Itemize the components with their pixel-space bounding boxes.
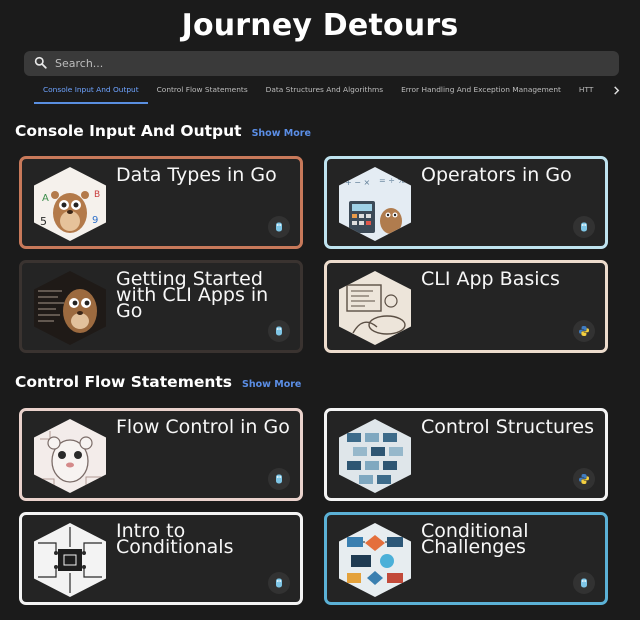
flowchart-collage-image [339,523,411,597]
tab-error-handling[interactable]: Error Handling And Exception Management [392,80,570,104]
sketch-terminal-image [339,271,411,345]
card-title: Data Types in Go [116,164,277,186]
svg-text:= ÷ %: = ÷ % [379,176,405,185]
gopher-circuit-image [34,419,106,493]
course-card[interactable]: Control Structures [324,408,608,501]
show-more-link[interactable]: Show More [242,379,301,390]
section-title: Console Input And Output [15,122,242,140]
tab-data-structures-and-algorithms[interactable]: Data Structures And Algorithms [257,80,392,104]
tab-htt[interactable]: HTT [570,80,602,104]
course-card[interactable]: Flow Control in Go [19,408,303,501]
isometric-blocks-image [339,419,411,493]
course-card[interactable]: CLI App Basics [324,260,608,353]
card-title: Conditional Challenges [421,520,529,558]
card-title: Flow Control in Go [116,416,290,438]
svg-text:9: 9 [92,215,98,226]
card-title: Operators in Go [421,164,572,186]
tab-console-input-and-output[interactable]: Console Input And Output [34,80,148,104]
go-gopher-icon [268,572,290,594]
course-card[interactable]: Conditional Challenges [324,512,608,605]
svg-text:+ − ×: + − × [345,178,370,187]
tab-bar: Console Input And Output Control Flow Sta… [34,80,606,104]
svg-text:A: A [42,193,49,204]
course-card[interactable]: Intro to Conditionals [19,512,303,605]
gopher-calculator-image: + − × = ÷ % [339,167,411,241]
section-header-control-flow: Control Flow Statements Show More [15,373,301,391]
gopher-terminal-image [34,271,106,345]
go-gopher-icon [268,216,290,238]
course-card[interactable]: A B 5 9 Data Types in Go [19,156,303,249]
svg-text:B: B [94,190,100,200]
card-title: CLI App Basics [421,268,560,290]
python-icon [573,320,595,342]
go-gopher-icon [573,572,595,594]
course-card[interactable]: + − × = ÷ % Operators in Go [324,156,608,249]
section-header-console-io: Console Input And Output Show More [15,122,311,140]
search-input[interactable] [55,57,595,70]
section-title: Control Flow Statements [15,373,233,391]
go-gopher-icon [268,320,290,342]
python-icon [573,468,595,490]
page-title: Journey Detours [181,8,459,43]
go-gopher-icon [573,216,595,238]
course-card[interactable]: Getting Started with CLI Apps in Go [19,260,303,353]
card-title: Getting Started with CLI Apps in Go [116,268,269,322]
gopher-numbers-image: A B 5 9 [34,167,106,241]
card-title: Intro to Conditionals [116,520,234,558]
show-more-link[interactable]: Show More [252,128,311,139]
card-title: Control Structures [421,416,595,438]
circuit-chip-image [34,523,106,597]
search-bar[interactable] [24,51,619,76]
search-icon [34,54,47,73]
chevron-right-icon[interactable] [609,83,623,97]
tab-control-flow-statements[interactable]: Control Flow Statements [148,80,257,104]
svg-text:5: 5 [40,215,47,228]
go-gopher-icon [268,468,290,490]
